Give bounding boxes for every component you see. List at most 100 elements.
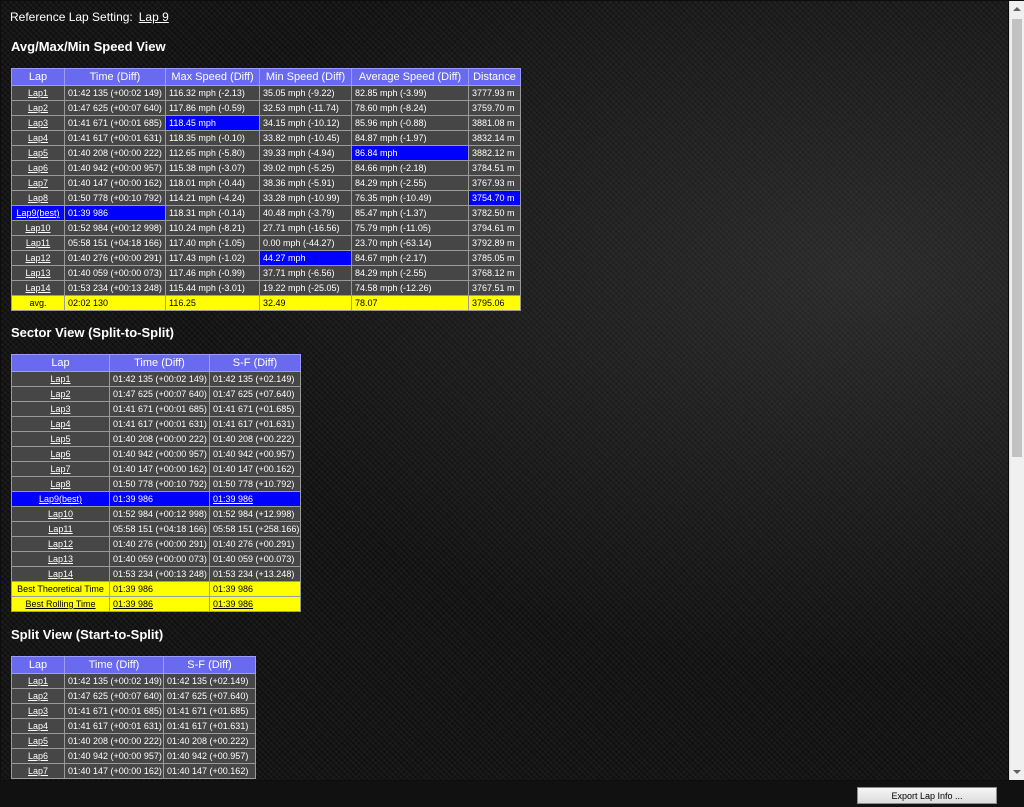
lap-link[interactable]: Lap7	[11, 763, 65, 779]
table-cell: 3777.93 m	[468, 85, 521, 101]
table-row: Lap11 05:58 151 (+04:18 166) 05:58 151 (+2…	[11, 521, 301, 537]
table-cell: 01:40 147 (+00.162)	[163, 763, 256, 779]
table-cell: 01:39 986	[64, 205, 166, 221]
table-cell: 01:50 778 (+00:10 792)	[64, 190, 166, 206]
lap-link[interactable]: Lap13	[11, 265, 65, 281]
vertical-scrollbar[interactable]	[1009, 1, 1024, 780]
column-header[interactable]: Average Speed (Diff)	[351, 68, 469, 86]
lap-link[interactable]: Lap6	[11, 160, 65, 176]
lap-link-label: Lap5	[50, 434, 71, 444]
table-row: Lap10 01:52 984 (+00:12 998) 01:52 984 (+1…	[11, 506, 301, 522]
lap-link[interactable]: Lap2	[11, 100, 65, 116]
lap-link[interactable]: Lap14	[11, 280, 65, 296]
table-cell: 117.46 mph (-0.99)	[165, 265, 260, 281]
lap-link[interactable]: Lap6	[11, 748, 65, 764]
lap-link-label: Lap14	[25, 283, 51, 293]
table-cell: 3882.12 m	[468, 145, 521, 161]
column-header[interactable]: S-F (Diff)	[209, 354, 301, 372]
lap-link[interactable]: Lap12	[11, 536, 110, 552]
column-header[interactable]: Time (Diff)	[109, 354, 210, 372]
lap-link[interactable]: Lap1	[11, 673, 65, 689]
table-cell: 33.28 mph (-10.99)	[259, 190, 352, 206]
table-row: Lap1 01:42 135 (+00:02 149) 01:42 135 (+02…	[11, 673, 256, 689]
table-cell: 01:40 208 (+00.222)	[209, 431, 301, 447]
lap-link[interactable]: Lap7	[11, 461, 110, 477]
table-cell: 01:42 135 (+00:02 149)	[109, 371, 210, 387]
table-cell: 84.66 mph (-2.18)	[351, 160, 469, 176]
lap-link[interactable]: Lap8	[11, 190, 65, 206]
split-view-table: Lap Time (Diff) S-F (Diff) Lap1 01:42 135 (…	[11, 656, 256, 779]
lap-link[interactable]: Lap9(best)	[11, 205, 65, 221]
table-row: Lap9(best) 01:39 986 01:39 986	[11, 491, 301, 507]
table-cell: 01:40 208 (+00.222)	[163, 733, 256, 749]
lap-link-label: Lap4	[50, 419, 71, 429]
table-row: Lap14 01:53 234 (+00:13 248) 115.44 mph (-…	[11, 280, 521, 296]
scroll-thumb[interactable]	[1012, 19, 1022, 457]
lap-link[interactable]: Lap4	[11, 416, 110, 432]
table-cell: 01:40 942 (+00:00 957)	[64, 748, 164, 764]
lap-link[interactable]: Lap10	[11, 220, 65, 236]
lap-link[interactable]: Lap5	[11, 733, 65, 749]
lap-link[interactable]: Lap14	[11, 566, 110, 582]
lap-link[interactable]: Lap3	[11, 115, 65, 131]
lap-link[interactable]: Lap8	[11, 476, 110, 492]
lap-link[interactable]: Lap11	[11, 521, 110, 537]
lap-link[interactable]: Lap2	[11, 386, 110, 402]
table-cell: 3795.06	[468, 295, 521, 311]
lap-link[interactable]: Lap3	[11, 703, 65, 719]
reference-lap-setting: Reference Lap Setting: Lap 9	[10, 10, 169, 24]
scroll-up-arrow-icon[interactable]	[1010, 1, 1024, 17]
lap-link[interactable]: Lap6	[11, 446, 110, 462]
lap-link[interactable]: Lap13	[11, 551, 110, 567]
lap-link[interactable]: Lap1	[11, 85, 65, 101]
reference-lap-link[interactable]: Lap 9	[139, 10, 169, 24]
column-header[interactable]: Lap	[11, 354, 110, 372]
table-cell: 3767.93 m	[468, 175, 521, 191]
lap-link[interactable]: Lap5	[11, 431, 110, 447]
lap-link-label: Lap11	[48, 524, 73, 534]
column-header[interactable]: Time (Diff)	[64, 656, 164, 674]
lap-link[interactable]: Lap7	[11, 175, 65, 191]
lap-link-label: Lap8	[50, 479, 71, 489]
column-header[interactable]: Lap	[11, 68, 65, 86]
table-cell: 39.02 mph (-5.25)	[259, 160, 352, 176]
sf-link[interactable]: 01:39 986	[209, 491, 301, 507]
lap-link-label: Lap6	[27, 751, 49, 761]
lap-link[interactable]: Lap4	[11, 130, 65, 146]
table-cell: 115.44 mph (-3.01)	[165, 280, 260, 296]
lap-link[interactable]: Lap9(best)	[11, 491, 110, 507]
report-viewport[interactable]: Reference Lap Setting: Lap 9 Avg/Max/Min …	[1, 1, 1008, 780]
column-header[interactable]: Max Speed (Diff)	[165, 68, 260, 86]
lap-link[interactable]: Lap12	[11, 250, 65, 266]
table-cell[interactable]: 01:39 986	[209, 596, 301, 612]
column-header[interactable]: S-F (Diff)	[163, 656, 256, 674]
table-cell: 74.58 mph (-12.26)	[351, 280, 469, 296]
lap-link-label: Lap6	[50, 449, 71, 459]
table-row: Lap7 01:40 147 (+00:00 162) 01:40 147 (+00…	[11, 461, 301, 477]
lap-link[interactable]: Lap3	[11, 401, 110, 417]
lap-link[interactable]: Lap2	[11, 688, 65, 704]
column-header[interactable]: Lap	[11, 656, 65, 674]
table-cell: 01:52 984 (+12.998)	[209, 506, 301, 522]
lap-link[interactable]: Lap5	[11, 145, 65, 161]
column-header[interactable]: Time (Diff)	[64, 68, 166, 86]
table-row: Lap2 01:47 625 (+00:07 640) 01:47 625 (+07…	[11, 386, 301, 402]
summary-label[interactable]: Best Rolling Time	[11, 596, 110, 612]
lap-link-label: Lap2	[27, 103, 49, 113]
export-lap-info-button[interactable]: Export Lap Info ...	[857, 787, 997, 804]
lap-link[interactable]: Lap10	[11, 506, 110, 522]
table-cell: 35.05 mph (-9.22)	[259, 85, 352, 101]
table-cell: 05:58 151 (+04:18 166)	[64, 235, 166, 251]
lap-link-label: Lap1	[50, 374, 71, 384]
column-header[interactable]: Distance	[468, 68, 521, 86]
scroll-down-arrow-icon[interactable]	[1010, 764, 1024, 780]
table-cell: 01:41 671 (+01.685)	[209, 401, 301, 417]
lap-link[interactable]: Lap11	[11, 235, 65, 251]
lap-link[interactable]: Lap4	[11, 718, 65, 734]
table-cell: 01:42 135 (+00:02 149)	[64, 85, 166, 101]
table-cell: 02:02 130	[64, 295, 166, 311]
lap-link[interactable]: Lap1	[11, 371, 110, 387]
table-cell[interactable]: 01:39 986	[109, 596, 210, 612]
table-cell: 01:40 147 (+00.162)	[209, 461, 301, 477]
column-header[interactable]: Min Speed (Diff)	[259, 68, 352, 86]
